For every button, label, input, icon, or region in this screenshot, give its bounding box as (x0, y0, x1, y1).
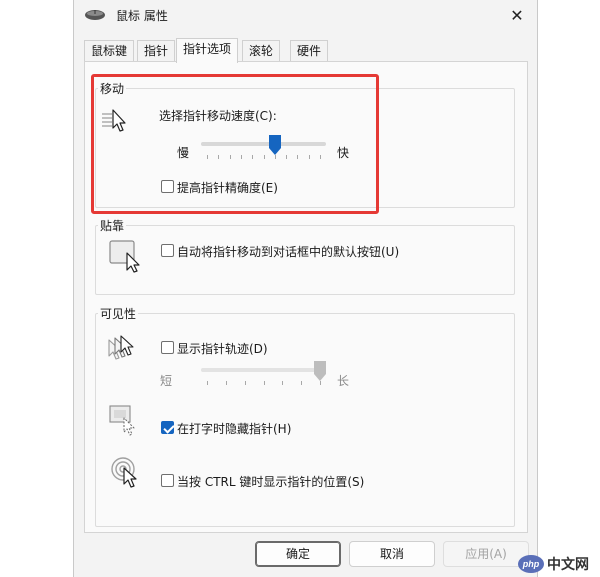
snap-to-icon (109, 239, 143, 276)
snap-to-checkbox[interactable] (161, 244, 174, 257)
pointer-trails-icon (107, 334, 141, 365)
trails-slider-track (201, 368, 326, 372)
ok-button[interactable]: 确定 (255, 541, 341, 567)
snap-to-label[interactable]: 自动将指针移动到对话框中的默认按钮(U) (177, 243, 399, 260)
mouse-properties-dialog: 鼠标 属性 ✕ 鼠标键 指针 指针选项 滚轮 硬件 移动 选择指针移动速度(C)… (73, 0, 538, 577)
mouse-icon (84, 9, 106, 24)
window-title: 鼠标 属性 (116, 9, 168, 23)
slider-tick (297, 155, 298, 159)
slider-tick (301, 381, 302, 385)
slider-tick (286, 155, 287, 159)
hide-while-typing-label[interactable]: 在打字时隐藏指针(H) (177, 420, 291, 437)
snap-legend: 贴靠 (100, 219, 125, 233)
ctrl-locate-icon (111, 456, 141, 493)
cancel-button[interactable]: 取消 (349, 541, 435, 567)
watermark: php 中文网 (518, 553, 596, 575)
slider-tick (230, 155, 231, 159)
slider-tick (264, 155, 265, 159)
slider-tick (207, 381, 208, 385)
visibility-legend: 可见性 (100, 307, 137, 321)
visibility-group: 可见性 (95, 305, 515, 527)
tab-pointer-options[interactable]: 指针选项 (176, 38, 239, 63)
speed-label: 选择指针移动速度(C): (159, 109, 277, 123)
close-button[interactable]: ✕ (497, 0, 537, 30)
title-bar[interactable]: 鼠标 属性 ✕ (74, 0, 537, 30)
trails-long-label: 长 (337, 374, 350, 388)
ctrl-locate-label[interactable]: 当按 CTRL 键时显示指针的位置(S) (177, 473, 364, 490)
pointer-speed-slider[interactable] (201, 135, 326, 161)
tab-pointers[interactable]: 指针 (137, 40, 176, 62)
slider-tick (252, 155, 253, 159)
enhance-precision-label[interactable]: 提高指针精确度(E) (177, 179, 278, 196)
slider-tick (218, 155, 219, 159)
slider-tick (309, 155, 310, 159)
trails-short-label: 短 (160, 374, 173, 388)
slider-tick (264, 381, 265, 385)
trails-slider-thumb[interactable] (314, 361, 326, 384)
tab-hardware[interactable]: 硬件 (290, 40, 329, 62)
slow-label: 慢 (177, 146, 190, 160)
pointer-trails-label[interactable]: 显示指针轨迹(D) (177, 340, 268, 357)
pointer-speed-icon (102, 108, 136, 137)
slider-tick (226, 381, 227, 385)
slider-tick (245, 381, 246, 385)
pointer-trails-checkbox[interactable] (161, 341, 174, 354)
slider-tick (282, 381, 283, 385)
speed-slider-track (201, 142, 326, 146)
watermark-text: 中文网 (547, 557, 589, 573)
motion-legend: 移动 (100, 82, 125, 96)
tab-buttons[interactable]: 鼠标键 (84, 40, 135, 62)
ctrl-locate-checkbox[interactable] (161, 474, 174, 487)
tab-wheel[interactable]: 滚轮 (242, 40, 281, 62)
php-logo: php (518, 555, 544, 573)
slider-tick (241, 155, 242, 159)
hide-while-typing-checkbox[interactable] (161, 421, 174, 434)
trails-length-slider[interactable] (201, 361, 326, 387)
speed-slider-thumb[interactable] (269, 135, 281, 158)
hide-while-typing-icon (109, 404, 139, 439)
apply-button: 应用(A) (443, 541, 529, 567)
close-icon: ✕ (510, 5, 524, 25)
trails-slider-ticks (201, 381, 326, 386)
fast-label: 快 (337, 146, 350, 160)
enhance-precision-checkbox[interactable] (161, 180, 174, 193)
slider-tick (320, 155, 321, 159)
speed-slider-ticks (201, 155, 326, 160)
tab-panel: 移动 选择指针移动速度(C): 慢 快 提高指针精确度(E) 贴靠 自动将指针移… (84, 61, 528, 533)
slider-tick (207, 155, 208, 159)
